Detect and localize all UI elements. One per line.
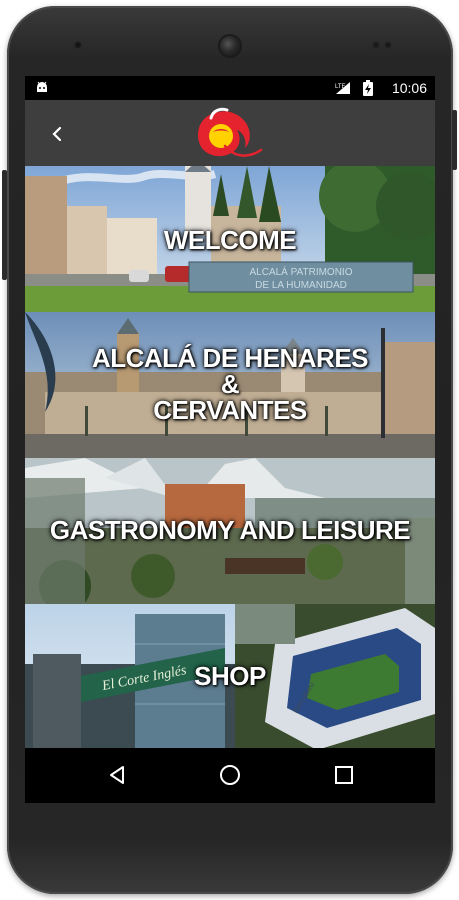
sign-text-line1: ALCALÁ PATRIMONIO [250, 265, 353, 278]
menu-label-gastronomy: GASTRONOMY AND LEISURE [49, 515, 411, 545]
proximity-sensor [74, 41, 82, 49]
battery-charging-icon [363, 80, 373, 96]
android-icon [37, 81, 47, 92]
svg-text:LTE: LTE [335, 84, 346, 90]
signal-icon: LTE [335, 82, 350, 94]
light-sensor-2 [384, 41, 392, 49]
menu-item-alcala-cervantes[interactable]: ALCALÁ DE HENARES & CERVANTES [25, 312, 435, 458]
menu-label-welcome: WELCOME [163, 225, 297, 255]
chevron-left-icon [52, 126, 62, 142]
menu-item-shop[interactable]: El Corte Inglés Bernabéu SHOP [25, 604, 435, 750]
navigation-bar [25, 748, 435, 803]
screen: LTE 10:06 ALCALÁ PATRIMONIO DE LA HUMANI… [25, 76, 435, 803]
power-button [452, 110, 457, 170]
clock: 10:06 [391, 80, 427, 96]
back-button[interactable] [43, 120, 71, 148]
status-bar: LTE 10:06 [25, 76, 435, 100]
recents-square-icon[interactable] [329, 760, 359, 790]
app-bar [25, 100, 435, 166]
menu-label-alcala-line3: CERVANTES [153, 395, 307, 425]
menu-label-alcala-line1: ALCALÁ DE HENARES [91, 343, 369, 373]
menu-label-shop: SHOP [194, 661, 266, 691]
home-circle-icon[interactable] [215, 760, 245, 790]
sign-text-line2: DE LA HUMANIDAD [255, 280, 347, 291]
main-menu: ALCALÁ PATRIMONIO DE LA HUMANIDAD WELCOM… [25, 166, 435, 750]
menu-item-gastronomy-leisure[interactable]: GASTRONOMY AND LEISURE [25, 458, 435, 604]
app-logo[interactable] [191, 106, 267, 162]
back-triangle-icon[interactable] [103, 760, 133, 790]
light-sensor [372, 41, 380, 49]
volume-button [2, 170, 7, 280]
menu-item-welcome[interactable]: ALCALÁ PATRIMONIO DE LA HUMANIDAD WELCOM… [25, 166, 435, 312]
menu-label-alcala-line2: & [220, 369, 240, 399]
front-camera [220, 36, 240, 56]
